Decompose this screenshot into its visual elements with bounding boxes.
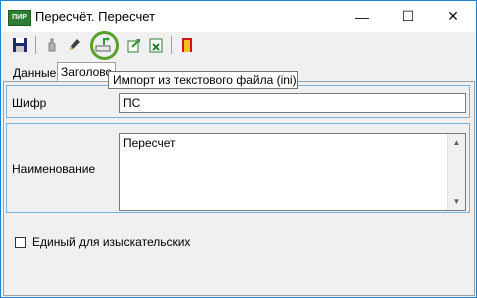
save-button[interactable] (9, 34, 31, 56)
maximize-button[interactable]: ☐ (385, 1, 431, 32)
vertical-scrollbar[interactable]: ▲ ▼ (447, 134, 465, 210)
name-text: Пересчет (123, 136, 176, 150)
name-group: Наименование Пересчет ▲ ▼ (6, 123, 470, 213)
name-label: Наименование (12, 162, 96, 176)
export-icon (127, 39, 140, 53)
scroll-down-arrow-icon[interactable]: ▼ (448, 193, 465, 210)
import-highlight-circle (90, 31, 119, 60)
title-bar: ПИР Пересчёт. Пересчет — ☐ ✕ (1, 1, 476, 32)
export-button[interactable] (123, 34, 145, 56)
hand-icon (48, 38, 56, 52)
code-group: Шифр (6, 85, 470, 118)
minimize-button[interactable]: — (339, 1, 385, 32)
toolbar-separator (171, 36, 172, 54)
scroll-up-arrow-icon[interactable]: ▲ (448, 134, 465, 151)
unified-checkbox-label: Единый для изыскательских (32, 235, 191, 249)
tab-panel: Шифр Наименование Пересчет ▲ ▼ Единый дл… (3, 81, 475, 296)
pen-icon (70, 39, 80, 50)
pen-button[interactable] (63, 34, 85, 56)
exit-icon (182, 38, 192, 52)
spreadsheet-icon (149, 38, 163, 53)
code-label: Шифр (12, 96, 47, 110)
save-icon (13, 38, 27, 52)
toolbar (1, 32, 476, 59)
spreadsheet-button[interactable] (145, 34, 167, 56)
window-title: Пересчёт. Пересчет (35, 9, 156, 24)
unified-checkbox[interactable] (15, 237, 26, 248)
exit-button[interactable] (176, 34, 198, 56)
code-input[interactable] (119, 93, 466, 113)
app-icon: ПИР (8, 10, 31, 26)
hand-button[interactable] (41, 34, 63, 56)
window: ПИР Пересчёт. Пересчет — ☐ ✕ Данные Заго… (0, 0, 477, 298)
tab-data[interactable]: Данные (10, 64, 59, 82)
close-button[interactable]: ✕ (430, 1, 476, 32)
toolbar-separator (35, 36, 36, 54)
tooltip: Импорт из текстового файла (ini) (108, 71, 298, 89)
name-textarea[interactable]: Пересчет ▲ ▼ (119, 133, 466, 211)
